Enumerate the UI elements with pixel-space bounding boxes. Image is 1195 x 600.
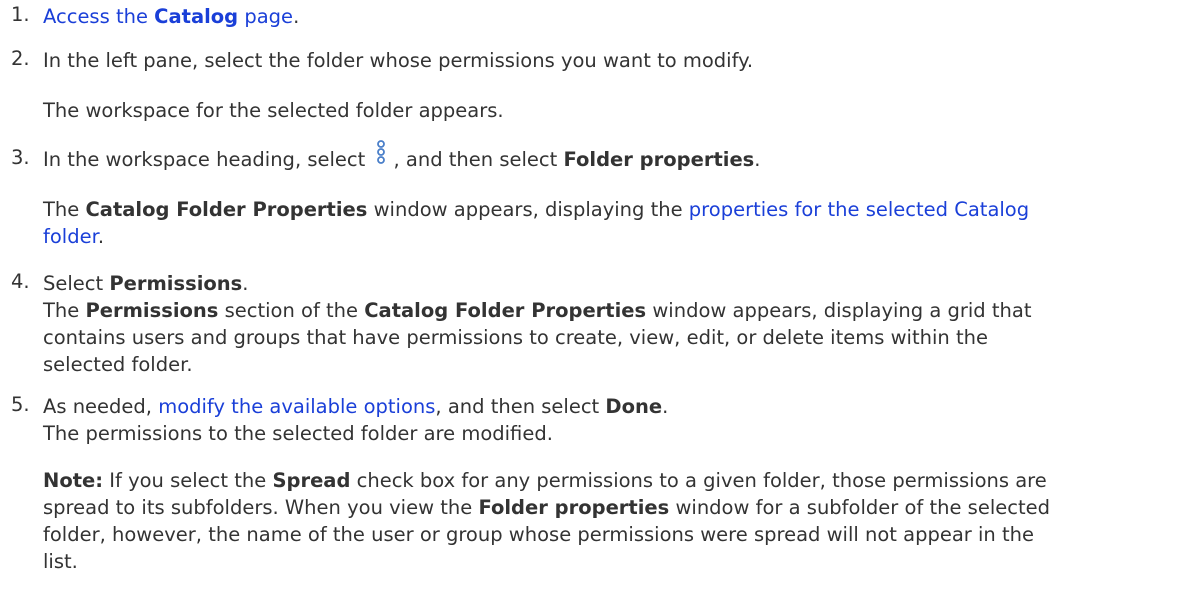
step-number: 3.: [11, 146, 30, 169]
step-number: 5.: [11, 393, 30, 416]
step-3-result: The Catalog Folder Properties window app…: [43, 198, 1030, 248]
access-catalog-link[interactable]: Access the Catalog page: [43, 5, 293, 28]
step-number: 2.: [11, 47, 30, 70]
modify-options-link[interactable]: modify the available options: [158, 395, 435, 418]
folder-properties-link[interactable]: properties for the selected Catalog: [689, 198, 1029, 221]
step-number: 4.: [11, 270, 30, 293]
step-5-result: The permissions to the selected folder a…: [43, 422, 553, 445]
step-instruction: As needed, modify the available options,…: [43, 395, 669, 418]
document-page: 1. Access the Catalog page. 2. In the le…: [0, 0, 1195, 600]
step-2-result: The workspace for the selected folder ap…: [43, 99, 504, 122]
folder-properties-link-cont[interactable]: folder: [43, 225, 98, 248]
step-2: 2. In the left pane, select the folder w…: [0, 47, 1195, 74]
step-4-result: The Permissions section of the Catalog F…: [43, 299, 1032, 322]
kebab-menu-icon: [373, 140, 389, 173]
step-instruction: In the workspace heading, select , and t…: [43, 140, 1195, 173]
step-number: 1.: [11, 3, 30, 26]
step-5: 5. As needed, modify the available optio…: [0, 393, 1195, 447]
note-label: Note:: [43, 469, 104, 492]
step-3: 3. In the workspace heading, select , an…: [0, 140, 1195, 173]
step-instruction: In the left pane, select the folder whos…: [43, 49, 754, 72]
note-block: Note: If you select the Spread check box…: [43, 469, 1050, 573]
kebab-menu-icon-graphic: [377, 140, 386, 164]
step-4: 4. Select Permissions. The Permissions s…: [0, 270, 1195, 378]
step-instruction: Access the Catalog page.: [43, 5, 300, 28]
step-instruction: Select Permissions.: [43, 272, 249, 295]
step-1: 1. Access the Catalog page.: [0, 3, 1195, 30]
